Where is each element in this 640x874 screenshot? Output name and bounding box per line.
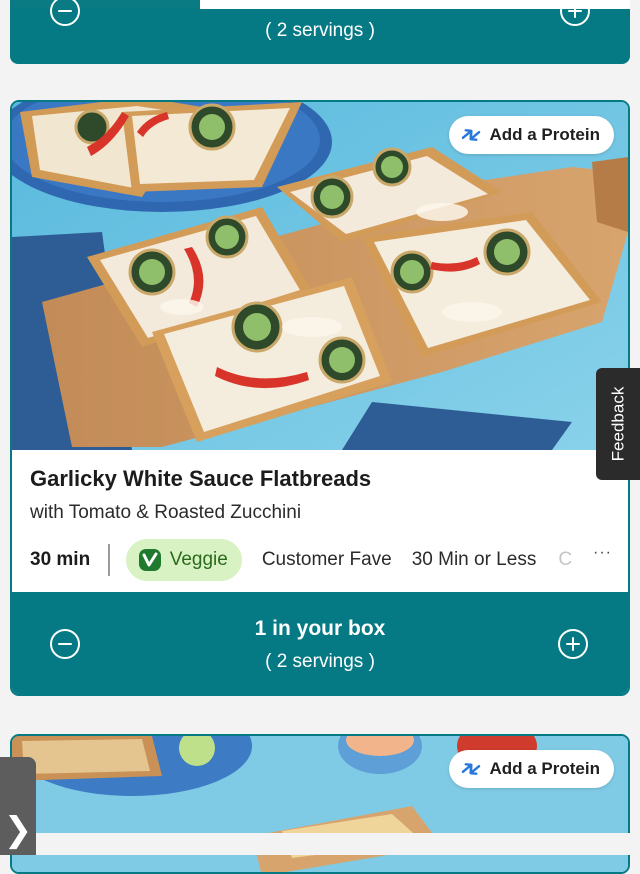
- box-count: 1 in your box: [254, 617, 386, 640]
- servings-text: ( 2 servings ): [265, 651, 375, 672]
- top-progress-bar: [10, 0, 630, 9]
- expand-sidebar-button[interactable]: ❯: [0, 757, 36, 855]
- tag-30-min: 30 Min or Less: [411, 549, 537, 570]
- chevron-right-icon: ❯: [3, 811, 33, 849]
- feedback-tab[interactable]: Feedback: [596, 368, 640, 480]
- veggie-leaf-icon: [138, 549, 161, 571]
- previous-servings-text: ( 2 servings ): [265, 20, 375, 41]
- recipe-title[interactable]: Garlicky White Sauce Flatbreads: [30, 466, 371, 492]
- recipe-image[interactable]: [12, 102, 628, 450]
- veggie-tag: Veggie: [125, 539, 242, 581]
- divider: [108, 544, 110, 576]
- tag-customer-fave: Customer Fave: [261, 549, 392, 570]
- swap-icon: [462, 763, 481, 775]
- add-protein-button[interactable]: Add a Protein: [449, 116, 614, 154]
- next-add-protein-label: Add a Protein: [489, 759, 600, 778]
- recipe-subtitle: with Tomato & Roasted Zucchini: [30, 502, 302, 523]
- more-icon[interactable]: ···: [593, 544, 612, 562]
- next-add-protein-button[interactable]: Add a Protein: [449, 750, 614, 788]
- recipe-card[interactable]: Add a Protein Garlicky White Sauce Flatb…: [10, 100, 630, 696]
- previous-recipe-box-bar: ( 2 servings ): [10, 0, 630, 64]
- swap-icon: [462, 129, 481, 141]
- feedback-label: Feedback: [608, 386, 628, 462]
- top-progress-fill: [10, 0, 200, 9]
- add-protein-label: Add a Protein: [489, 125, 600, 144]
- tag-truncated: C: [558, 549, 573, 570]
- recipe-tags: 30 min Veggie Customer Fave 30 Min or Le…: [30, 538, 628, 582]
- cook-time: 30 min: [30, 549, 91, 570]
- box-quantity-bar: 1 in your box ( 2 servings ): [12, 592, 628, 694]
- bottom-strip: [0, 833, 640, 855]
- plus-circle-icon[interactable]: [558, 629, 588, 659]
- veggie-tag-label: Veggie: [169, 549, 228, 570]
